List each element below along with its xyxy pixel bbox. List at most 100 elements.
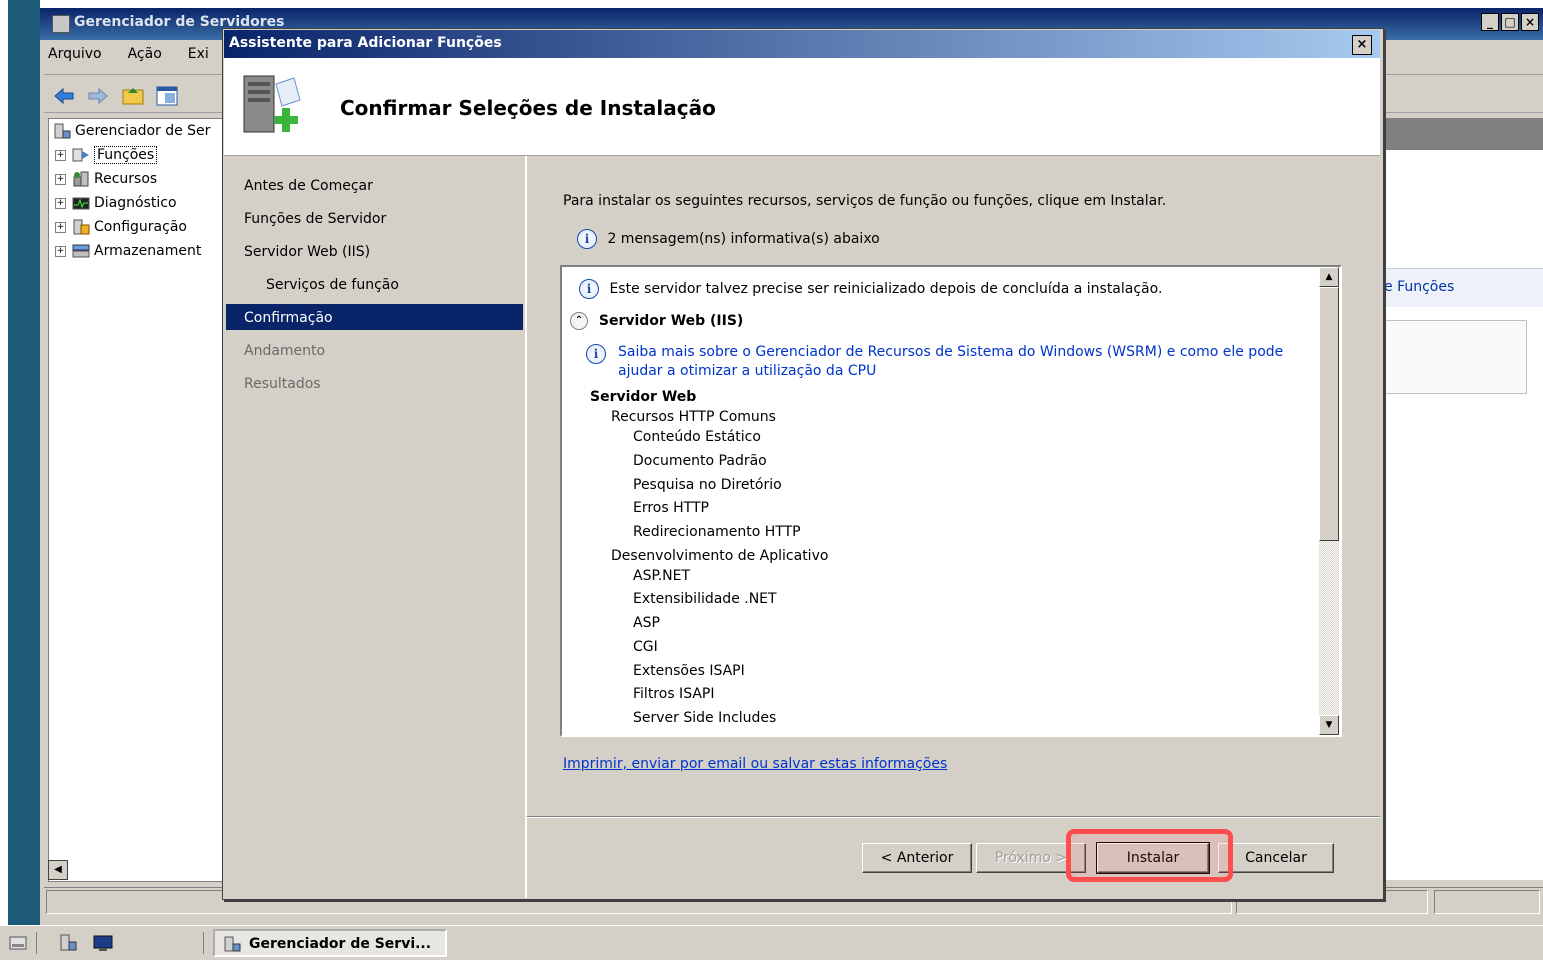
back-icon[interactable]: [52, 84, 76, 108]
taskbar-button-label: Gerenciador de Servi...: [249, 936, 432, 952]
list-item: ASP.NET: [633, 568, 691, 584]
taskbar-button-server-manager[interactable]: Gerenciador de Servi...: [213, 929, 447, 957]
tree-item-diagnostico[interactable]: + Diagnóstico: [55, 195, 177, 217]
taskbar-divider: [36, 932, 37, 954]
list-item: Erros HTTP: [633, 500, 709, 516]
collapse-icon[interactable]: ⌃: [570, 312, 588, 330]
list-item: CGI: [633, 639, 658, 655]
forward-icon[interactable]: [86, 84, 110, 108]
cancel-button[interactable]: Cancelar: [1218, 843, 1334, 873]
step-servidor-web[interactable]: Servidor Web (IIS): [244, 244, 370, 260]
tree-label-configuracao: Configuração: [94, 219, 187, 235]
wsrm-link-line2[interactable]: ajudar a otimizar a utilização da CPU: [618, 363, 876, 379]
up-folder-icon[interactable]: [121, 84, 145, 108]
show-hide-tree-icon[interactable]: [155, 84, 179, 108]
wsrm-link-line1[interactable]: Saiba mais sobre o Gerenciador de Recurs…: [618, 344, 1283, 360]
details-header: [1382, 118, 1543, 150]
footer-divider-highlight: [527, 817, 1380, 818]
step-andamento: Andamento: [244, 343, 326, 359]
add-roles-link[interactable]: e Funções: [1384, 279, 1454, 295]
restart-notice-text: Este servidor talvez precise ser reinici…: [609, 281, 1163, 297]
server-manager-icon: [224, 936, 241, 952]
list-item: ASP: [633, 615, 660, 631]
tree-item-configuracao[interactable]: + Configuração: [55, 219, 187, 241]
scroll-left-button[interactable]: ◀: [48, 860, 68, 880]
list-item: Filtros ISAPI: [633, 686, 715, 702]
scroll-up-button[interactable]: ▲: [1319, 267, 1339, 287]
tree-item-funcoes[interactable]: + Funções: [55, 146, 158, 169]
expand-icon[interactable]: +: [55, 173, 66, 185]
minimize-icon[interactable]: _: [1481, 13, 1499, 31]
vertical-scrollbar[interactable]: ▲ ▼: [1319, 267, 1339, 735]
diagnostics-icon: [72, 197, 90, 210]
wizard-steps-pane: [224, 156, 527, 898]
menu-bar: Arquivo Ação Exi: [44, 46, 231, 74]
tree-label-root: Gerenciador de Ser: [75, 123, 211, 139]
print-email-save-link[interactable]: Imprimir, enviar por email ou salvar est…: [563, 756, 947, 772]
list-item: Conteúdo Estático: [633, 429, 761, 445]
close-icon[interactable]: ×: [1521, 13, 1539, 31]
tree-label-armazenamento: Armazenament: [94, 243, 202, 259]
info-icon: i: [579, 279, 599, 299]
tree-label-funcoes: Funções: [94, 146, 158, 164]
dialog-close-button[interactable]: ×: [1352, 35, 1372, 55]
dialog-title: Assistente para Adicionar Funções: [229, 35, 502, 51]
server-manager-quicklaunch-icon[interactable]: [58, 934, 78, 952]
tree-label-diagnostico: Diagnóstico: [94, 195, 177, 211]
step-confirmacao[interactable]: Confirmação: [244, 310, 333, 326]
window-controls: _ □ ×: [1479, 13, 1539, 31]
menu-arquivo[interactable]: Arquivo: [44, 44, 106, 64]
server-manager-icon: [52, 15, 70, 33]
group-servidor-web: Servidor Web: [590, 389, 697, 405]
tree-label-recursos: Recursos: [94, 171, 158, 187]
list-item: Extensões ISAPI: [633, 663, 745, 679]
desktop-background: [8, 0, 40, 925]
storage-icon: [72, 244, 90, 258]
list-item: Recursos HTTP Comuns: [611, 409, 776, 425]
tree-item-recursos[interactable]: + Recursos: [55, 171, 157, 193]
expand-icon[interactable]: +: [55, 197, 66, 209]
menu-acao[interactable]: Ação: [124, 44, 166, 64]
tree-item-armazenamento[interactable]: + Armazenament: [55, 243, 201, 265]
scrollbar-thumb[interactable]: [1319, 287, 1339, 541]
menu-exibir[interactable]: Exi: [184, 44, 213, 64]
expand-icon[interactable]: +: [55, 221, 66, 233]
step-antes-de-comecar[interactable]: Antes de Começar: [244, 178, 373, 194]
maximize-icon[interactable]: □: [1501, 13, 1519, 31]
info-icon: i: [577, 229, 597, 249]
tree-item-root[interactable]: Gerenciador de Ser: [53, 123, 210, 145]
restart-notice: i Este servidor talvez precise ser reini…: [579, 279, 1162, 299]
details-pane: [1382, 150, 1543, 880]
navigation-tree: Gerenciador de Ser + Funções + Recursos + D…: [48, 118, 228, 882]
scroll-down-button[interactable]: ▼: [1319, 715, 1339, 735]
show-desktop-icon[interactable]: [8, 934, 28, 952]
taskbar-divider: [203, 932, 204, 954]
desktop-top-edge: [40, 0, 1543, 8]
confirmation-list[interactable]: i Este servidor talvez precise ser reini…: [560, 265, 1342, 737]
roles-icon: [72, 148, 89, 162]
step-resultados: Resultados: [244, 376, 321, 392]
server-add-role-icon: [243, 75, 301, 133]
expand-icon[interactable]: +: [55, 149, 66, 161]
list-item: Redirecionamento HTTP: [633, 524, 801, 540]
desktop-edge: [0, 0, 8, 925]
list-item: Server Side Includes: [633, 710, 777, 726]
features-icon: [73, 171, 89, 187]
intro-text: Para instalar os seguintes recursos, ser…: [563, 193, 1167, 209]
step-servicos-de-funcao[interactable]: Serviços de função: [266, 277, 399, 293]
confirmation-list-content: i Este servidor talvez precise ser reini…: [562, 267, 1318, 735]
configuration-icon: [73, 219, 90, 235]
expand-icon[interactable]: +: [55, 245, 66, 257]
powershell-quicklaunch-icon[interactable]: [92, 934, 114, 952]
toolbar: [52, 84, 185, 108]
section-servidor-web[interactable]: ⌃ Servidor Web (IIS): [570, 312, 743, 330]
section-title: Servidor Web (IIS): [598, 313, 744, 329]
status-cell-3: [1434, 890, 1540, 914]
server-icon: [54, 123, 71, 139]
list-item: Extensibilidade .NET: [633, 591, 777, 607]
list-item: Desenvolvimento de Aplicativo: [611, 548, 829, 564]
back-button[interactable]: < Anterior: [862, 843, 972, 873]
step-funcoes-de-servidor[interactable]: Funções de Servidor: [244, 211, 386, 227]
message-count-text: 2 mensagem(ns) informativa(s) abaixo: [607, 231, 880, 247]
list-item: Documento Padrão: [633, 453, 767, 469]
